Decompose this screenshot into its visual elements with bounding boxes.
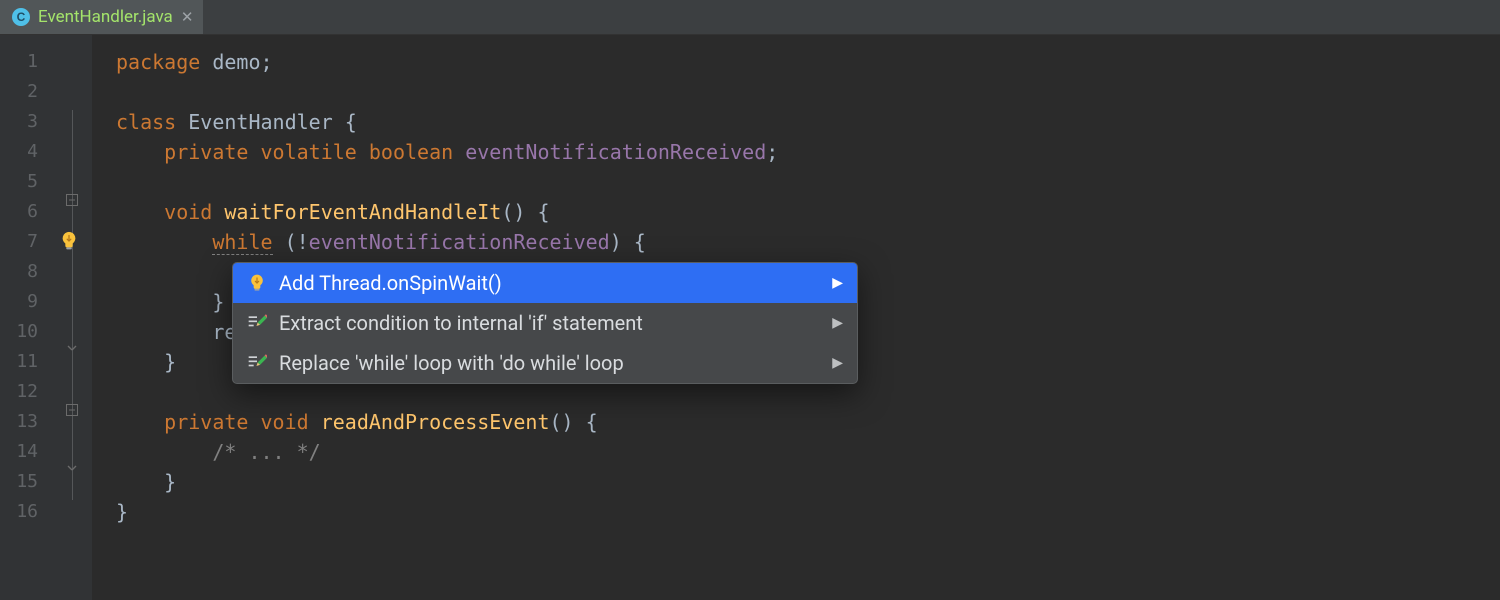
line-number: 5 — [0, 167, 52, 197]
code-line[interactable] — [116, 77, 1500, 107]
line-number: 16 — [0, 497, 52, 527]
line-number: 7 — [0, 227, 52, 257]
line-number: 8 — [0, 257, 52, 287]
intention-item-label: Add Thread.onSpinWait() — [279, 271, 502, 295]
code-line[interactable]: private void readAndProcessEvent() { — [116, 407, 1500, 437]
code-line[interactable]: while (!eventNotificationReceived) { — [116, 227, 1500, 257]
code-text: } — [116, 290, 224, 314]
code-line[interactable]: package demo; — [116, 47, 1500, 77]
code-line[interactable]: void waitForEventAndHandleIt() { — [116, 197, 1500, 227]
code-text: private void readAndProcessEvent() { — [116, 410, 598, 434]
editor-tab[interactable]: C EventHandler.java ✕ — [0, 0, 204, 34]
line-number: 12 — [0, 377, 52, 407]
code-text: /* ... */ — [116, 440, 321, 464]
submenu-arrow-icon: ▶ — [832, 355, 843, 371]
intention-item[interactable]: Replace 'while' loop with 'do while' loo… — [233, 343, 857, 383]
code-text: private volatile boolean eventNotificati… — [116, 140, 778, 164]
code-line[interactable]: private volatile boolean eventNotificati… — [116, 137, 1500, 167]
line-number: 10 — [0, 317, 52, 347]
fold-expand-icon[interactable] — [52, 455, 92, 485]
close-icon[interactable]: ✕ — [181, 8, 194, 26]
code-text: } — [116, 500, 128, 524]
code-line[interactable]: class EventHandler { — [116, 107, 1500, 137]
fold-column — [52, 35, 92, 600]
line-number: 4 — [0, 137, 52, 167]
line-number: 6 — [0, 197, 52, 227]
java-class-icon: C — [12, 8, 30, 26]
tab-bar: C EventHandler.java ✕ — [0, 0, 1500, 35]
submenu-arrow-icon: ▶ — [832, 315, 843, 331]
intention-item[interactable]: Extract condition to internal 'if' state… — [233, 303, 857, 343]
code-line[interactable]: } — [116, 497, 1500, 527]
pencil-icon — [247, 313, 267, 333]
line-number-gutter: 12345678910111213141516 — [0, 35, 52, 600]
tab-label: EventHandler.java — [38, 7, 173, 27]
code-text: void waitForEventAndHandleIt() { — [116, 200, 550, 224]
line-number: 13 — [0, 407, 52, 437]
code-text: } — [116, 470, 176, 494]
line-number: 15 — [0, 467, 52, 497]
line-number: 3 — [0, 107, 52, 137]
code-text: package demo; — [116, 50, 273, 74]
submenu-arrow-icon: ▶ — [832, 275, 843, 291]
code-text — [116, 260, 212, 284]
code-text: } — [116, 350, 176, 374]
intention-item-label: Replace 'while' loop with 'do while' loo… — [279, 351, 624, 375]
code-line[interactable] — [116, 167, 1500, 197]
code-text: class EventHandler { — [116, 110, 357, 134]
code-line[interactable]: /* ... */ — [116, 437, 1500, 467]
fold-collapse-icon[interactable] — [52, 395, 92, 425]
line-number: 11 — [0, 347, 52, 377]
line-number: 14 — [0, 437, 52, 467]
line-number: 2 — [0, 77, 52, 107]
intention-bulb-icon[interactable] — [58, 230, 80, 252]
intention-item-label: Extract condition to internal 'if' state… — [279, 311, 643, 335]
intention-popup[interactable]: Add Thread.onSpinWait() ▶ Extract conditio… — [232, 262, 858, 384]
pencil-icon — [247, 353, 267, 373]
code-text: while (!eventNotificationReceived) { — [116, 230, 646, 255]
line-number: 9 — [0, 287, 52, 317]
fold-collapse-icon[interactable] — [52, 185, 92, 215]
line-number: 1 — [0, 47, 52, 77]
code-line[interactable]: } — [116, 467, 1500, 497]
intention-item[interactable]: Add Thread.onSpinWait() ▶ — [233, 263, 857, 303]
bulb-icon — [247, 273, 267, 293]
fold-expand-icon[interactable] — [52, 335, 92, 365]
